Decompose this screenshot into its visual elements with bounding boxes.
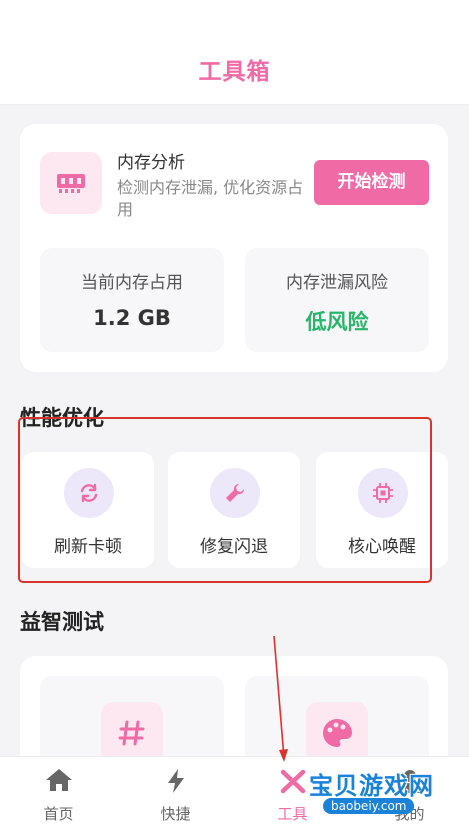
leak-risk-stat: 内存泄漏风险 低风险 — [245, 248, 429, 352]
memory-analysis-title: 内存分析 — [117, 153, 185, 173]
memory-usage-stat: 当前内存占用 1.2 GB — [40, 248, 224, 352]
app-header: 工具箱 — [0, 0, 469, 104]
tab-label: 快捷 — [160, 805, 191, 823]
puzzle-section-title: 益智测试 — [20, 610, 104, 634]
memory-usage-label: 当前内存占用 — [81, 273, 183, 293]
memory-usage-value: 1.2 GB — [93, 306, 171, 330]
hash-icon — [101, 702, 163, 764]
page-title: 工具箱 — [198, 59, 271, 85]
start-detection-button[interactable]: 开始检测 — [314, 160, 429, 205]
tab-label: 首页 — [43, 805, 74, 823]
leak-risk-label: 内存泄漏风险 — [286, 273, 388, 293]
site-watermark: 宝贝游戏网 baobeiy.com — [285, 746, 465, 826]
watermark-url: baobeiy.com — [323, 798, 415, 814]
bolt-icon — [168, 769, 184, 793]
tab-home[interactable]: 首页 — [0, 757, 117, 835]
home-icon — [46, 769, 72, 791]
memory-icon — [40, 152, 102, 214]
watermark-text: 宝贝游戏网 — [309, 772, 434, 800]
leak-risk-value: 低风险 — [305, 310, 369, 334]
tab-shortcut[interactable]: 快捷 — [117, 757, 234, 835]
annotation-highlight-box — [18, 417, 432, 583]
memory-analysis-description: 检测内存泄漏, 优化资源占用 — [117, 178, 304, 219]
memory-analysis-card: 内存分析 检测内存泄漏, 优化资源占用 开始检测 当前内存占用 1.2 GB 内… — [20, 124, 448, 372]
